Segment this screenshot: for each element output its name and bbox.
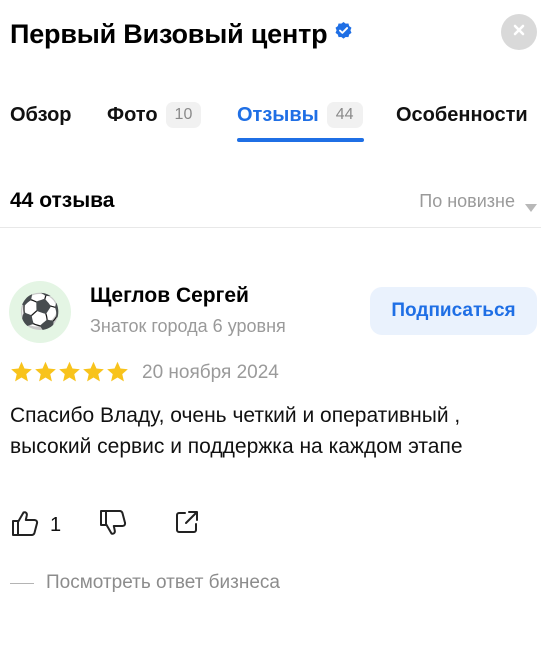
star-icon: [107, 361, 128, 382]
author-level: Знаток города 6 уровня: [90, 316, 286, 336]
tab-features[interactable]: Особенности: [396, 98, 528, 132]
like-button[interactable]: 1: [10, 508, 61, 543]
sort-label: По новизне: [419, 191, 515, 211]
tab-count-badge: 44: [326, 102, 363, 128]
like-count: 1: [50, 514, 62, 536]
sort-dropdown[interactable]: По новизне: [419, 191, 537, 212]
avatar[interactable]: ⚽: [9, 281, 71, 343]
rating-stars: [10, 361, 129, 383]
place-card: Первый Визовый центр Обзор Фото 10 Отзыв…: [0, 0, 541, 651]
page-title: Первый Визовый центр: [10, 18, 328, 49]
tab-count-badge: 10: [165, 102, 202, 128]
business-answer-label: Посмотреть ответ бизнеса: [46, 572, 281, 593]
tab-reviews[interactable]: Отзывы 44: [237, 98, 363, 132]
star-icon: [83, 361, 104, 382]
view-business-answer-link[interactable]: Посмотреть ответ бизнеса: [10, 572, 280, 594]
tab-overview[interactable]: Обзор: [10, 98, 72, 132]
thumbs-down-icon: [98, 508, 128, 543]
subscribe-button[interactable]: Подписаться: [370, 287, 537, 335]
tab-label: Отзывы: [237, 103, 319, 126]
verified-check-icon: [334, 21, 353, 40]
review-date: 20 ноября 2024: [142, 362, 279, 383]
chevron-down-icon: [525, 197, 537, 212]
review-text: Спасибо Владу, очень четкий и оперативны…: [10, 404, 463, 458]
star-icon: [11, 361, 32, 382]
review-author[interactable]: Щеглов Сергей: [90, 284, 249, 308]
active-tab-indicator: [237, 138, 364, 142]
share-button[interactable]: [173, 508, 201, 541]
dislike-button[interactable]: [98, 508, 128, 543]
soccer-ball-icon: ⚽: [18, 293, 62, 331]
divider: [0, 227, 541, 228]
star-icon: [35, 361, 56, 382]
close-icon: [512, 23, 526, 42]
tab-label: Обзор: [10, 103, 72, 126]
tab-label: Фото: [107, 103, 158, 126]
tab-label: Особенности: [396, 103, 528, 126]
star-icon: [59, 361, 80, 382]
tab-photo[interactable]: Фото 10: [107, 98, 202, 132]
thumbs-up-icon: [10, 508, 40, 543]
tabs: Обзор Фото 10 Отзывы 44 Особенности: [10, 98, 541, 146]
header: Первый Визовый центр: [10, 14, 541, 54]
share-icon: [173, 508, 201, 541]
reviews-count: 44 отзыва: [10, 189, 115, 212]
close-button[interactable]: [501, 14, 537, 50]
answer-line-decoration: [10, 582, 34, 584]
